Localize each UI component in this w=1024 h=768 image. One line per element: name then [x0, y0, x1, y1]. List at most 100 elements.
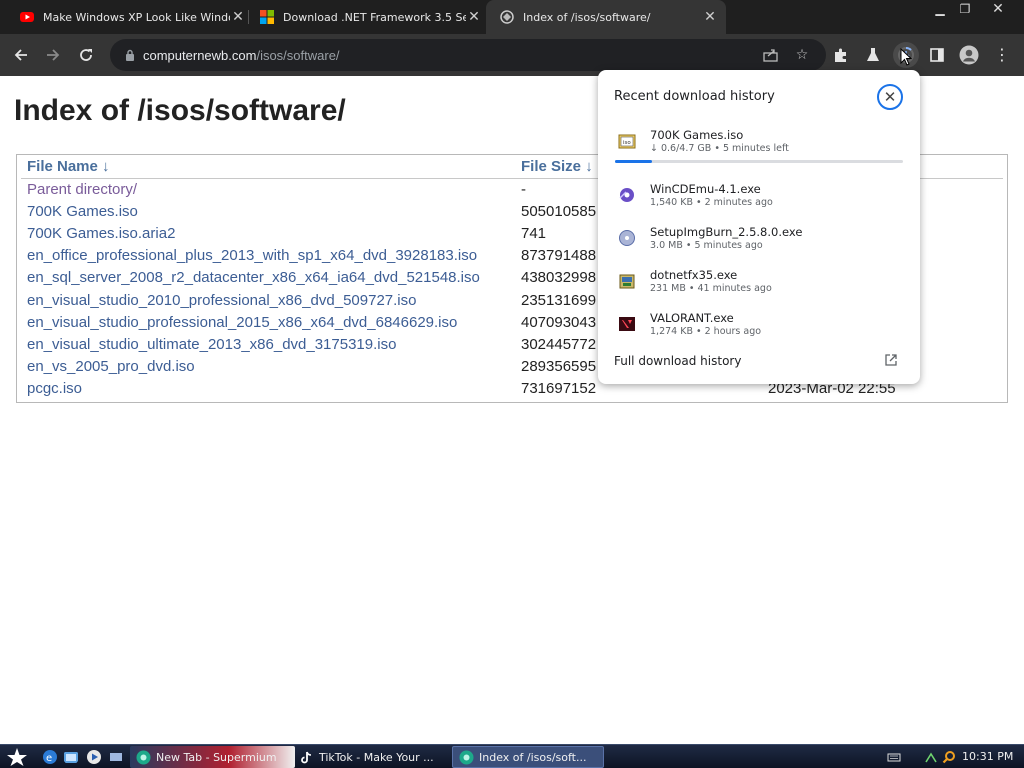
close-bubble-button[interactable]: ✕ — [877, 84, 903, 110]
iso-file-icon: iso — [618, 134, 636, 149]
youtube-icon — [20, 12, 34, 22]
download-item[interactable]: VALORANT.exe 1,274 KB • 2 hours ago — [598, 311, 920, 351]
menu-button[interactable]: ⋮ — [989, 42, 1015, 68]
file-link[interactable]: en_vs_2005_pro_dvd.iso — [27, 358, 195, 375]
taskbar-item-supermium[interactable]: New Tab - Supermium — [130, 746, 295, 768]
imgburn-icon — [619, 230, 635, 246]
share-icon[interactable] — [759, 44, 781, 66]
file-size: 731697152 — [521, 380, 597, 397]
tab-close-icon[interactable]: ✕ — [230, 9, 246, 25]
side-panel-icon — [930, 48, 944, 62]
mouse-cursor-icon — [900, 48, 912, 66]
taskbar-item-label: Index of /isos/soft... — [479, 750, 587, 764]
file-link[interactable]: pcgc.iso — [27, 380, 82, 397]
tab-title: Index of /isos/software/ — [523, 10, 651, 24]
file-link[interactable]: en_office_professional_plus_2013_with_sp… — [27, 247, 477, 264]
tab-youtube[interactable]: Make Windows XP Look Like Window ✕ — [12, 0, 246, 34]
tab-close-icon[interactable]: ✕ — [702, 9, 718, 25]
tab-title: Download .NET Framework 3.5 Serv — [283, 10, 466, 24]
avatar-icon — [959, 45, 979, 65]
valorant-icon — [619, 317, 635, 331]
explorer-icon[interactable] — [63, 749, 79, 765]
download-status: 1,274 KB • 2 hours ago — [650, 326, 762, 337]
download-item[interactable]: WinCDEmu-4.1.exe 1,540 KB • 2 minutes ag… — [598, 182, 920, 222]
column-header-size[interactable]: File Size ↓ — [521, 158, 593, 175]
tab-title: Make Windows XP Look Like Window — [43, 10, 230, 24]
column-header-name[interactable]: File Name ↓ — [27, 158, 110, 175]
side-panel-button[interactable] — [924, 42, 950, 68]
keyboard-icon[interactable] — [887, 750, 901, 764]
file-link[interactable]: 700K Games.iso — [27, 203, 138, 220]
wincdemu-icon — [619, 188, 634, 202]
search-icon[interactable] — [942, 750, 956, 764]
bookmark-star-icon[interactable]: ☆ — [791, 44, 813, 66]
taskbar-item-label: TikTok - Make Your ... — [319, 750, 434, 764]
url-text: computernewb.com/isos/software/ — [143, 48, 340, 63]
arrow-right-icon — [47, 49, 60, 61]
download-status: ↓ 0.6/4.7 GB • 5 minutes left — [650, 143, 789, 154]
svg-text:e: e — [46, 753, 52, 764]
download-status: 3.0 MB • 5 minutes ago — [650, 240, 763, 251]
download-item[interactable]: SetupImgBurn_2.5.8.0.exe 3.0 MB • 5 minu… — [598, 225, 920, 265]
download-filename: SetupImgBurn_2.5.8.0.exe — [650, 225, 803, 239]
file-size: 438032998 — [521, 269, 597, 286]
kebab-menu-icon: ⋮ — [994, 45, 1010, 64]
show-desktop-icon[interactable] — [108, 749, 124, 765]
download-history-heading: Recent download history — [614, 89, 775, 104]
puzzle-icon — [835, 48, 846, 62]
file-size: 505010585 — [521, 203, 597, 220]
svg-text:iso: iso — [623, 140, 631, 146]
start-button-icon[interactable] — [6, 747, 28, 767]
ie-icon[interactable]: e — [42, 749, 58, 765]
installer-icon — [619, 274, 635, 289]
reload-button[interactable] — [73, 42, 99, 68]
file-link[interactable]: en_visual_studio_professional_2015_x86_x… — [27, 314, 457, 331]
back-button[interactable] — [8, 42, 34, 68]
tab-dotnet[interactable]: Download .NET Framework 3.5 Serv ✕ — [252, 0, 482, 34]
taskbar-item-index-of[interactable]: Index of /isos/soft... — [452, 746, 604, 768]
media-player-icon[interactable] — [86, 749, 102, 765]
profile-button[interactable] — [956, 42, 982, 68]
open-in-new-icon[interactable] — [884, 353, 898, 367]
file-size: 873791488 — [521, 247, 597, 264]
download-history-bubble: Recent download history ✕ iso 700K Games… — [598, 70, 920, 384]
extensions-button[interactable] — [828, 42, 854, 68]
minimize-button[interactable]: ▁ — [926, 0, 954, 18]
forward-button[interactable] — [40, 42, 66, 68]
site-icon — [500, 10, 514, 24]
file-size: 235131699 — [521, 292, 597, 309]
tab-close-icon[interactable]: ✕ — [466, 9, 482, 25]
url-path: /isos/software/ — [256, 47, 340, 63]
taskbar-item-tiktok[interactable]: TikTok - Make Your ... — [293, 746, 445, 768]
file-link[interactable]: en_visual_studio_ultimate_2013_x86_dvd_3… — [27, 336, 396, 353]
window-close-button[interactable]: ✕ — [984, 0, 1012, 18]
file-link[interactable]: 700K Games.iso.aria2 — [27, 225, 175, 242]
download-filename: 700K Games.iso — [650, 128, 744, 142]
labs-button[interactable] — [860, 42, 886, 68]
network-icon[interactable] — [924, 750, 938, 764]
file-size: 289356595 — [521, 358, 597, 375]
restore-button[interactable]: ❐ — [951, 0, 979, 18]
reload-icon — [80, 49, 92, 61]
progress-fill — [615, 160, 653, 163]
address-bar[interactable]: computernewb.com/isos/software/ ☆ — [110, 39, 826, 71]
url-host: computernewb.com — [143, 47, 257, 63]
file-size: 741 — [521, 225, 547, 242]
file-size: 407093043 — [521, 314, 597, 331]
file-link[interactable]: en_visual_studio_2010_professional_x86_d… — [27, 292, 416, 309]
supermium-icon — [136, 750, 151, 764]
taskbar-item-label: New Tab - Supermium — [156, 750, 277, 764]
download-progress-bar — [615, 160, 903, 163]
tab-index-of[interactable]: Index of /isos/software/ ✕ — [486, 0, 726, 34]
clock: 10:31 PM — [962, 750, 1014, 763]
file-size: 302445772 — [521, 336, 597, 353]
flask-icon — [867, 48, 879, 61]
tiktok-icon — [301, 751, 312, 763]
lock-icon[interactable] — [121, 49, 139, 61]
download-filename: dotnetfx35.exe — [650, 268, 738, 282]
file-link[interactable]: en_sql_server_2008_r2_datacenter_x86_x64… — [27, 269, 480, 286]
parent-directory-link[interactable]: Parent directory/ — [27, 181, 137, 198]
download-status: 1,540 KB • 2 minutes ago — [650, 197, 773, 208]
full-download-history-link[interactable]: Full download history — [614, 354, 741, 368]
download-item[interactable]: dotnetfx35.exe 231 MB • 41 minutes ago — [598, 268, 920, 308]
